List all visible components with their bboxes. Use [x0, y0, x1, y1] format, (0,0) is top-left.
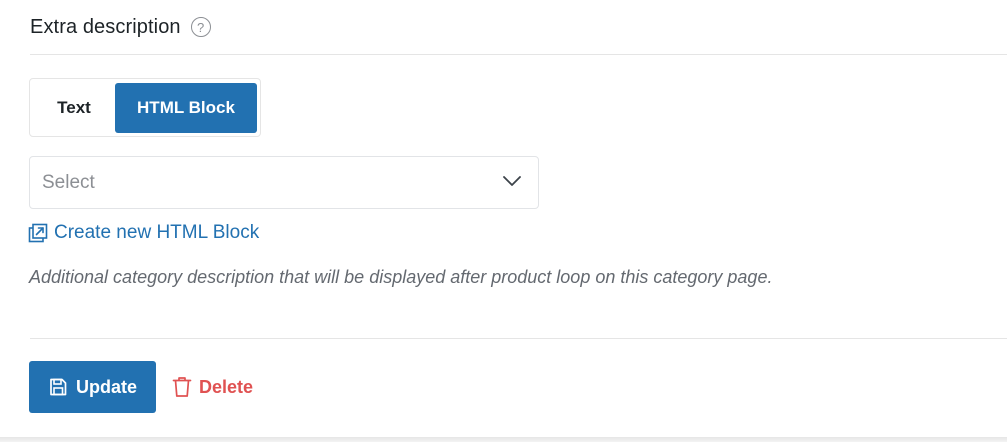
section-header: Extra description ?: [30, 14, 211, 40]
section-title: Extra description: [30, 15, 181, 38]
external-link-icon: [28, 223, 48, 243]
bottom-divider: [30, 338, 1007, 339]
extra-description-panel: Extra description ? Text HTML Block Sele…: [0, 0, 1007, 442]
help-glyph: ?: [197, 19, 205, 35]
chevron-down-icon: [503, 176, 521, 186]
delete-label: Delete: [199, 376, 254, 397]
toggle-html-block-button[interactable]: HTML Block: [115, 83, 257, 133]
update-label: Update: [75, 376, 137, 397]
content-type-toggle: Text HTML Block: [29, 78, 261, 137]
create-html-block-link[interactable]: Create new HTML Block: [28, 221, 259, 245]
html-block-select[interactable]: Select: [29, 156, 539, 209]
update-button[interactable]: Update: [29, 361, 156, 413]
select-placeholder: Select: [42, 171, 95, 193]
trash-icon: [172, 377, 192, 397]
save-icon: [50, 378, 67, 396]
create-link-label: Create new HTML Block: [54, 222, 260, 243]
question-circle-icon[interactable]: ?: [190, 17, 211, 37]
top-divider: [30, 54, 1007, 55]
panel-bottom-edge: [0, 437, 1007, 442]
field-description: Additional category description that wil…: [29, 267, 773, 287]
delete-button[interactable]: Delete: [172, 361, 253, 413]
toggle-text-button[interactable]: Text: [34, 83, 114, 133]
